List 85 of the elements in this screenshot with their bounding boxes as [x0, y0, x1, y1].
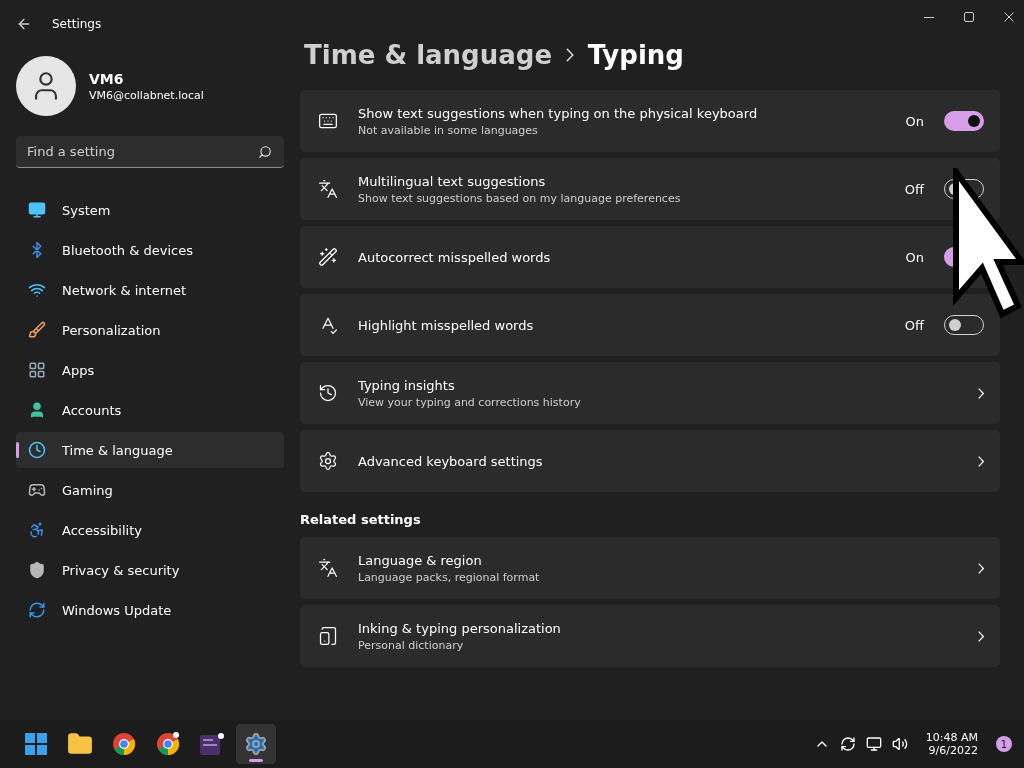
setting-title: Advanced keyboard settings: [358, 453, 544, 469]
volume-icon[interactable]: [891, 736, 908, 752]
nav-item[interactable]: Personalization: [16, 312, 284, 348]
setting-description: Personal dictionary: [358, 638, 465, 652]
toggle-state: Off: [904, 181, 924, 197]
start-icon: [24, 732, 48, 756]
nav-item[interactable]: Apps: [16, 352, 284, 388]
avatar: [16, 56, 76, 116]
chevron-right-icon: [977, 562, 984, 574]
language-icon: [318, 179, 338, 199]
browser-icon: [112, 732, 136, 756]
clock-date[interactable]: 9/6/2022: [928, 744, 978, 757]
person-icon: [28, 401, 46, 419]
magic-wand-icon: [318, 247, 338, 267]
setting-card[interactable]: Typing insights View your typing and corrections history: [300, 362, 1000, 424]
settings-icon: [244, 732, 268, 756]
gamepad-icon: [28, 481, 46, 499]
setting-description: Language packs, regional format: [358, 570, 541, 584]
setting-description: Show text suggestions based on my language preferences: [358, 191, 682, 205]
window-title: Settings: [52, 17, 102, 31]
setting-card[interactable]: Multilingual text suggestions Show text suggestions based on my language preferences Off: [300, 158, 1000, 220]
setting-description: View your typing and corrections history: [358, 395, 582, 409]
breadcrumb-parent[interactable]: Time & language: [304, 40, 553, 70]
sync-icon[interactable]: [839, 736, 856, 752]
nav-item[interactable]: Bluetooth & devices: [16, 232, 284, 268]
setting-title: Language & region: [358, 552, 483, 568]
nav-item[interactable]: Gaming: [16, 472, 284, 508]
setting-title: Highlight misspelled words: [358, 317, 535, 333]
apps-icon: [28, 361, 46, 379]
wifi-icon: [28, 281, 46, 299]
nav-item[interactable]: Privacy & security: [16, 552, 284, 588]
setting-description: Not available in some languages: [358, 123, 539, 137]
nav-item[interactable]: Windows Update: [16, 592, 284, 628]
language-icon: [318, 558, 338, 578]
setting-title: Multilingual text suggestions: [358, 173, 547, 189]
clock-icon: [28, 441, 46, 459]
maximize-icon[interactable]: [964, 12, 974, 22]
nav-item[interactable]: Time & language: [16, 432, 284, 468]
user-email: VM6@collabnet.local: [89, 88, 204, 102]
keyboard-icon: [318, 111, 338, 131]
nav-item[interactable]: System: [16, 192, 284, 228]
brush-icon: [28, 321, 46, 339]
search-icon: [258, 145, 272, 159]
nav-item[interactable]: Accounts: [16, 392, 284, 428]
setting-card[interactable]: Inking & typing personalization Personal dictionary: [300, 605, 1000, 667]
shield-icon: [28, 561, 46, 579]
page-title: Typing: [587, 40, 684, 70]
mouse-pointer-icon: [952, 168, 1024, 318]
minimize-icon[interactable]: [924, 16, 934, 18]
setting-card[interactable]: Advanced keyboard settings: [300, 430, 1000, 492]
toggle-state: On: [905, 113, 924, 129]
clock-time[interactable]: 10:48 AM: [925, 731, 978, 744]
nav-item[interactable]: Network & internet: [16, 272, 284, 308]
tablet-icon: [318, 626, 338, 646]
network-icon[interactable]: [865, 736, 882, 752]
setting-title: Show text suggestions when typing on the physical keyboard: [358, 105, 759, 121]
setting-title: Autocorrect misspelled words: [358, 249, 552, 265]
close-icon[interactable]: [1004, 12, 1014, 22]
setting-title: Typing insights: [358, 377, 456, 393]
folder-icon: [67, 731, 93, 757]
history-icon: [318, 383, 338, 403]
search-field[interactable]: Find a setting: [16, 136, 284, 168]
section-heading: Related settings: [300, 512, 422, 527]
notification-count[interactable]: 1: [996, 736, 1012, 752]
chevron-right-icon: [566, 48, 574, 62]
nav-item[interactable]: Accessibility: [16, 512, 284, 548]
toggle-switch[interactable]: [944, 111, 984, 131]
toggle-state: Off: [904, 317, 924, 333]
update-icon: [28, 601, 46, 619]
taskbar-app[interactable]: [236, 724, 276, 764]
toggle-state: On: [905, 249, 924, 265]
accessibility-icon: [28, 521, 46, 539]
setting-card[interactable]: Show text suggestions when typing on the physical keyboard Not available in some languages On: [300, 90, 1000, 152]
app-window-icon: [199, 732, 225, 756]
settings-icon: [318, 451, 338, 471]
chevron-right-icon: [977, 455, 984, 467]
user-name: VM6: [89, 70, 125, 87]
chevron-right-icon: [977, 387, 984, 399]
back-icon[interactable]: [16, 16, 32, 32]
setting-title: Inking & typing personalization: [358, 620, 562, 636]
browser-icon: [156, 732, 180, 756]
chevron-right-icon: [977, 630, 984, 642]
monitor-icon: [28, 201, 46, 219]
setting-card[interactable]: Language & region Language packs, regional format: [300, 537, 1000, 599]
setting-card[interactable]: Highlight misspelled words Off: [300, 294, 1000, 356]
